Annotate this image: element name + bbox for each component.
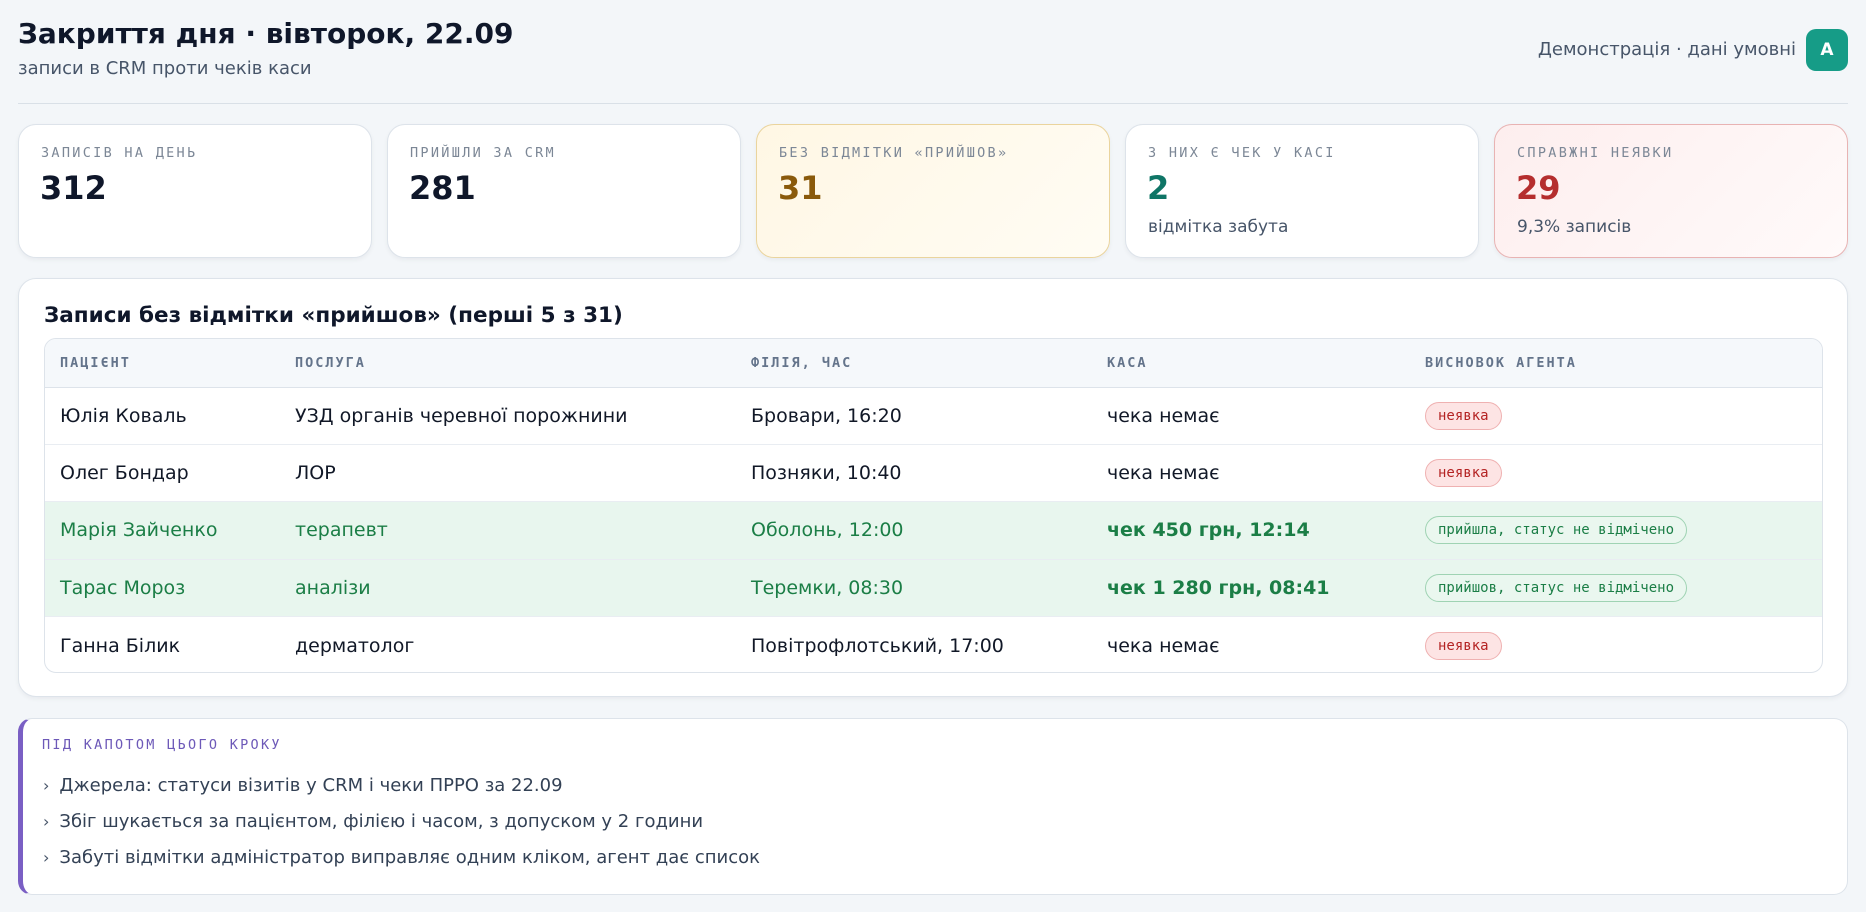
appointments-table: ПАЦІЄНТ ПОСЛУГА ФІЛІЯ, ЧАС КАСА ВИСНОВОК…	[44, 338, 1823, 673]
kpi-unmarked: БЕЗ ВІДМІТКИ «ПРИЙШОВ» 31	[756, 124, 1110, 258]
note-item: › Забуті відмітки адміністратор виправляє…	[43, 847, 760, 868]
verdict-badge-arrived: прийшла, статус не відмічено	[1425, 516, 1688, 545]
kpi-with-receipt: З НИХ Є ЧЕК У КАСІ 2 відмітка забута	[1125, 124, 1479, 258]
column-header-branch-time[interactable]: ФІЛІЯ, ЧАС	[736, 339, 1092, 388]
panel-title: Записи без відмітки «прийшов» (перші 5 з…	[44, 303, 623, 328]
cash-cell: чека немає	[1092, 444, 1410, 503]
chevron-right-icon: ›	[43, 776, 50, 795]
column-header-patient[interactable]: ПАЦІЄНТ	[45, 339, 280, 388]
column-header-verdict[interactable]: ВИСНОВОК АГЕНТА	[1410, 339, 1822, 388]
kpi-value: 281	[409, 169, 476, 207]
kpi-label: ПРИЙШЛИ ЗА CRM	[410, 145, 556, 161]
note-item: › Збіг шукається за пацієнтом, філією і ч…	[43, 811, 703, 832]
verdict-badge-noshow: неявка	[1425, 631, 1502, 660]
demo-label: Демонстрація · дані умовні	[1537, 39, 1796, 60]
page-title: Закриття дня · вівторок, 22.09	[18, 17, 514, 50]
under-the-hood-panel: ПІД КАПОТОМ ЦЬОГО КРОКУ › Джерела: статус…	[18, 718, 1848, 895]
branch-time-cell: Бровари, 16:20	[736, 387, 1092, 445]
kpi-value: 31	[778, 169, 823, 207]
note-text: Забуті відмітки адміністратор виправляє …	[59, 847, 760, 868]
service-cell: УЗД органів черевної порожнини	[280, 387, 736, 445]
patient-cell: Юлія Коваль	[45, 387, 280, 445]
kpi-label: СПРАВЖНІ НЕЯВКИ	[1517, 145, 1674, 161]
verdict-cell: прийшов, статус не відмічено	[1410, 559, 1822, 618]
kpi-note: відмітка забута	[1148, 217, 1289, 237]
kpi-value: 29	[1516, 169, 1561, 207]
branch-time-cell: Теремки, 08:30	[736, 559, 1092, 618]
branch-time-cell: Оболонь, 12:00	[736, 501, 1092, 560]
kpi-true-noshows: СПРАВЖНІ НЕЯВКИ 29 9,3% записів	[1494, 124, 1848, 258]
patient-cell: Олег Бондар	[45, 444, 280, 503]
table-row[interactable]: Юлія Коваль УЗД органів черевної порожни…	[45, 387, 1822, 445]
cash-cell: чека немає	[1107, 634, 1220, 657]
service-cell: терапевт	[280, 501, 736, 560]
note-item: › Джерела: статуси візитів у CRM і чеки П…	[43, 775, 563, 796]
verdict-cell: прийшла, статус не відмічено	[1410, 501, 1822, 560]
kpi-label: З НИХ Є ЧЕК У КАСІ	[1148, 145, 1336, 161]
table-row[interactable]: Тарас Мороз аналізи Теремки, 08:30 чек 1…	[45, 559, 1822, 618]
verdict-badge-arrived: прийшов, статус не відмічено	[1425, 573, 1688, 602]
verdict-cell: неявка	[1410, 387, 1822, 445]
branch-time-cell: Повітрофлотський, 17:00	[751, 634, 1004, 657]
note-text: Джерела: статуси візитів у CRM і чеки ПР…	[59, 775, 563, 796]
kpi-value: 312	[40, 169, 107, 207]
chevron-right-icon: ›	[43, 848, 50, 867]
verdict-badge-noshow: неявка	[1425, 401, 1502, 430]
unmarked-appointments-panel: Записи без відмітки «прийшов» (перші 5 з…	[18, 278, 1848, 697]
column-header-service[interactable]: ПОСЛУГА	[280, 339, 736, 388]
kpi-label: ЗАПИСІВ НА ДЕНЬ	[41, 145, 198, 161]
service-cell: ЛОР	[280, 444, 736, 503]
table-row[interactable]: Ганна Білик дерматолог Повітрофлотський,…	[45, 617, 1822, 672]
cash-cell: чек 1 280 грн, 08:41	[1092, 559, 1410, 618]
page-header: Закриття дня · вівторок, 22.09 записи в …	[18, 0, 1848, 104]
cash-cell: чек 450 грн, 12:14	[1092, 501, 1410, 560]
kpi-appointments: ЗАПИСІВ НА ДЕНЬ 312	[18, 124, 372, 258]
table-row[interactable]: Олег Бондар ЛОР Позняки, 10:40 чека нема…	[45, 444, 1822, 503]
note-text: Збіг шукається за пацієнтом, філією і ча…	[59, 811, 704, 832]
cash-cell: чека немає	[1092, 387, 1410, 445]
patient-cell: Марія Зайченко	[45, 501, 280, 560]
table-row[interactable]: Марія Зайченко терапевт Оболонь, 12:00 ч…	[45, 501, 1822, 560]
chevron-right-icon: ›	[43, 812, 50, 831]
service-cell: аналізи	[280, 559, 736, 618]
kpi-arrived-crm: ПРИЙШЛИ ЗА CRM 281	[387, 124, 741, 258]
patient-cell: Тарас Мороз	[45, 559, 280, 618]
page-subtitle: записи в CRM проти чеків каси	[18, 58, 312, 79]
column-header-cash[interactable]: КАСА	[1092, 339, 1410, 388]
verdict-badge-noshow: неявка	[1425, 459, 1502, 488]
kpi-label: БЕЗ ВІДМІТКИ «ПРИЙШОВ»	[779, 145, 1009, 161]
kpi-note: 9,3% записів	[1517, 217, 1632, 237]
notes-label: ПІД КАПОТОМ ЦЬОГО КРОКУ	[42, 737, 282, 753]
branch-time-cell: Позняки, 10:40	[736, 444, 1092, 503]
verdict-cell: неявка	[1410, 444, 1822, 503]
verdict-cell: неявка	[1410, 617, 1822, 672]
kpi-value: 2	[1147, 169, 1170, 207]
table-header-row: ПАЦІЄНТ ПОСЛУГА ФІЛІЯ, ЧАС КАСА ВИСНОВОК…	[45, 339, 1822, 388]
avatar[interactable]: A	[1806, 29, 1848, 71]
patient-cell: Ганна Білик	[60, 634, 181, 657]
service-cell: дерматолог	[295, 634, 415, 657]
